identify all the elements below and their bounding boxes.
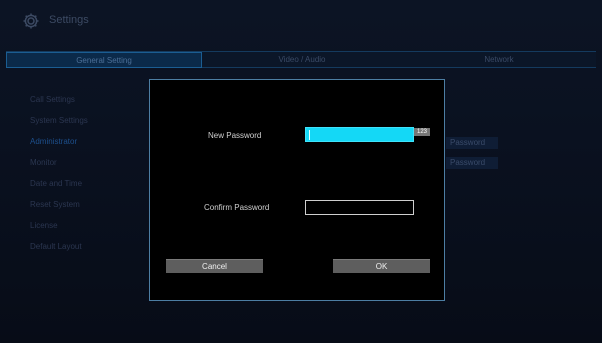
tab-general-setting[interactable]: General Setting [6,52,202,68]
change-password-dialog: New Password Confirm Password Cancel OK [149,79,445,301]
confirm-password-field[interactable] [305,200,414,215]
sidebar-item-system-settings[interactable]: System Settings [30,116,140,137]
title-bar: Settings [0,0,602,40]
tab-video-audio[interactable]: Video / Audio [202,52,402,68]
input-mode-badge: 123 [414,128,430,136]
tab-network[interactable]: Network [402,52,596,68]
sidebar-item-monitor[interactable]: Monitor [30,158,140,179]
password-button[interactable]: Password [446,137,498,149]
ok-button[interactable]: OK [333,259,430,273]
password-button[interactable]: Password [446,157,498,169]
tab-bar: General Setting Video / Audio Network [6,51,596,68]
sidebar: Call Settings System Settings Administra… [30,95,140,263]
cancel-button[interactable]: Cancel [166,259,263,273]
text-caret [309,130,310,140]
sidebar-item-reset-system[interactable]: Reset System [30,200,140,221]
sidebar-item-license[interactable]: License [30,221,140,242]
settings-screen: Settings General Setting Video / Audio N… [0,0,602,343]
sidebar-item-default-layout[interactable]: Default Layout [30,242,140,263]
new-password-field[interactable] [305,127,414,142]
gear-icon [23,13,39,29]
confirm-password-label: Confirm Password [204,203,270,212]
page-title: Settings [49,14,89,26]
sidebar-item-administrator[interactable]: Administrator [30,137,140,158]
sidebar-item-call-settings[interactable]: Call Settings [30,95,140,116]
sidebar-item-date-and-time[interactable]: Date and Time [30,179,140,200]
new-password-label: New Password [208,131,262,140]
